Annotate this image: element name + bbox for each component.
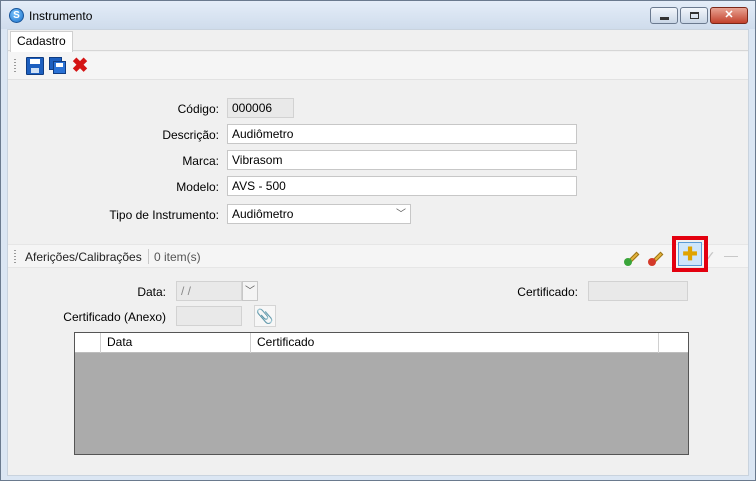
client-area: Cadastro ✖ Código: 000006 Descrição: Aud… [7,29,749,476]
save-icon[interactable] [26,57,44,75]
certificado-label: Certificado: [517,285,578,299]
anexo-label: Certificado (Anexo) [63,310,166,324]
delete-icon[interactable]: ✖ [71,56,89,76]
section-divider [148,249,149,264]
tipo-label: Tipo de Instrumento: [109,208,219,222]
grid-header-extra [659,333,688,353]
toolbar-grip[interactable] [14,59,16,73]
afericoes-count: 0 item(s) [154,250,201,264]
afericoes-title: Aferições/Calibrações [25,250,142,264]
close-button[interactable]: ✕ [710,7,748,24]
chevron-down-icon: ﹀ [396,209,406,220]
modelo-label: Modelo: [176,180,219,194]
grid-header-certificado[interactable]: Certificado [251,333,659,353]
certificado-field[interactable] [588,281,688,301]
chevron-down-icon: ﹀ [245,286,255,297]
codigo-field: 000006 [227,98,294,118]
remove-disabled-icon[interactable]: — [724,247,738,263]
save-all-icon[interactable] [49,57,67,75]
grid-header-data[interactable]: Data [101,333,251,353]
marca-field[interactable]: Vibrasom [227,150,577,170]
maximize-icon [690,12,699,19]
modelo-field[interactable]: AVS - 500 [227,176,577,196]
marca-label: Marca: [182,154,219,168]
data-field[interactable]: / / [176,281,242,301]
afericoes-header: Aferições/Calibrações 0 item(s) ✓ — [8,244,748,268]
date-picker-button[interactable]: ﹀ [242,281,258,301]
tab-cadastro[interactable]: Cadastro [10,31,73,52]
grid-header: Data Certificado [75,333,688,353]
descricao-field[interactable]: Audiômetro [227,124,577,144]
minimize-icon [660,17,669,20]
instrumento-window: S Instrumento ✕ Cadastro ✖ Código: 00000… [0,0,756,481]
tipo-value: Audiômetro [232,207,294,221]
maximize-button[interactable] [680,7,708,24]
codigo-label: Código: [177,102,219,116]
close-icon: ✕ [724,9,734,21]
tab-strip: Cadastro [8,30,748,52]
section-grip[interactable] [14,250,16,264]
edit-remove-icon[interactable] [648,248,666,266]
plus-icon: ✚ [682,244,698,264]
descricao-label: Descrição: [162,128,219,142]
edit-add-icon[interactable] [624,248,642,266]
app-icon: S [9,8,24,23]
minimize-button[interactable] [650,7,678,24]
tipo-select[interactable]: Audiômetro ﹀ [227,204,411,224]
title-bar[interactable]: S Instrumento ✕ [1,1,755,29]
paperclip-icon[interactable]: 📎 [254,305,276,327]
grid-header-indicator [75,333,101,353]
window-title: Instrumento [29,9,93,23]
main-toolbar: ✖ [8,52,748,80]
anexo-field[interactable] [176,306,242,326]
afericoes-grid[interactable]: Data Certificado [74,332,689,455]
add-button[interactable]: ✚ [678,242,702,266]
data-label: Data: [137,285,166,299]
